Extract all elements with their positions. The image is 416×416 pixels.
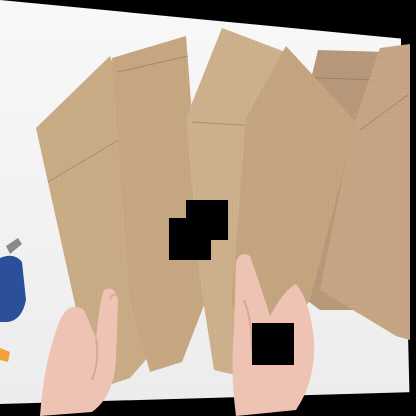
photo-scene bbox=[0, 0, 416, 416]
redaction-block-2 bbox=[169, 218, 211, 260]
redaction-block-3 bbox=[252, 323, 294, 365]
